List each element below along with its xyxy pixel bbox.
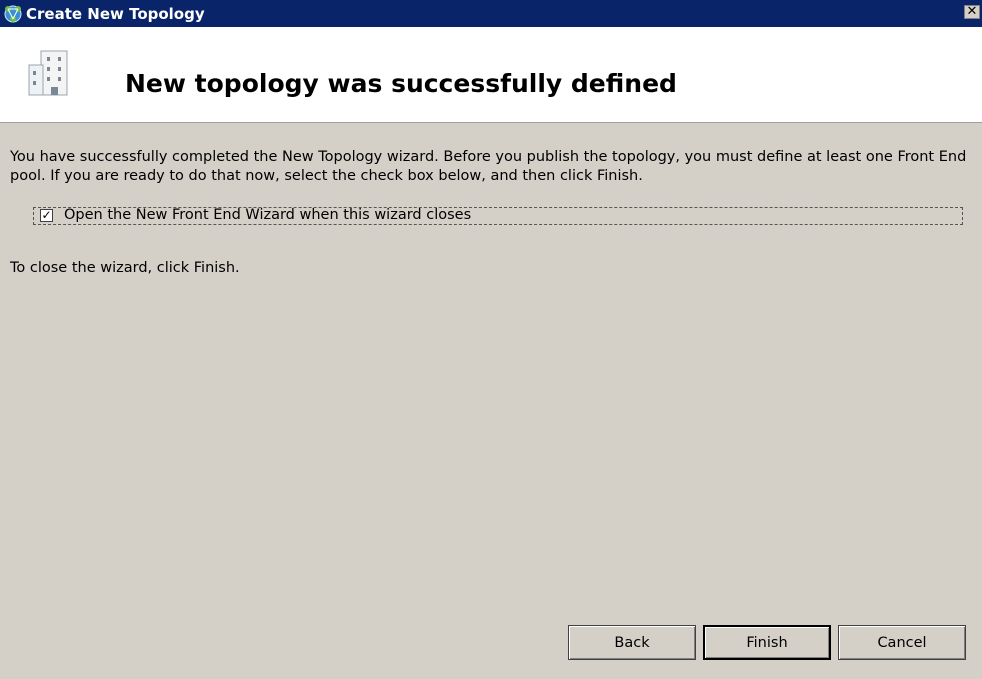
close-icon: ✕ <box>966 4 978 19</box>
close-button[interactable]: ✕ <box>964 5 980 19</box>
finish-button[interactable]: Finish <box>703 625 831 660</box>
wizard-description: You have successfully completed the New … <box>10 149 967 184</box>
page-title: New topology was successfully defined <box>125 69 677 98</box>
window-title: Create New Topology <box>26 4 205 23</box>
close-hint-text: To close the wizard, click Finish. <box>10 260 240 276</box>
wizard-window: Create New Topology ✕ New topology was s… <box>0 0 982 679</box>
wizard-header: New topology was successfully defined <box>0 27 982 123</box>
back-button[interactable]: Back <box>568 625 696 660</box>
title-bar[interactable]: Create New Topology ✕ <box>0 0 982 27</box>
checkbox-label[interactable]: Open the New Front End Wizard when this … <box>64 207 471 223</box>
building-icon <box>25 47 71 97</box>
open-front-end-wizard-option[interactable]: ✓ Open the New Front End Wizard when thi… <box>33 207 963 225</box>
topology-network-icon <box>2 3 24 25</box>
cancel-button[interactable]: Cancel <box>838 625 966 660</box>
checkmark-icon: ✓ <box>41 208 52 222</box>
open-front-end-wizard-checkbox[interactable]: ✓ <box>40 209 53 222</box>
